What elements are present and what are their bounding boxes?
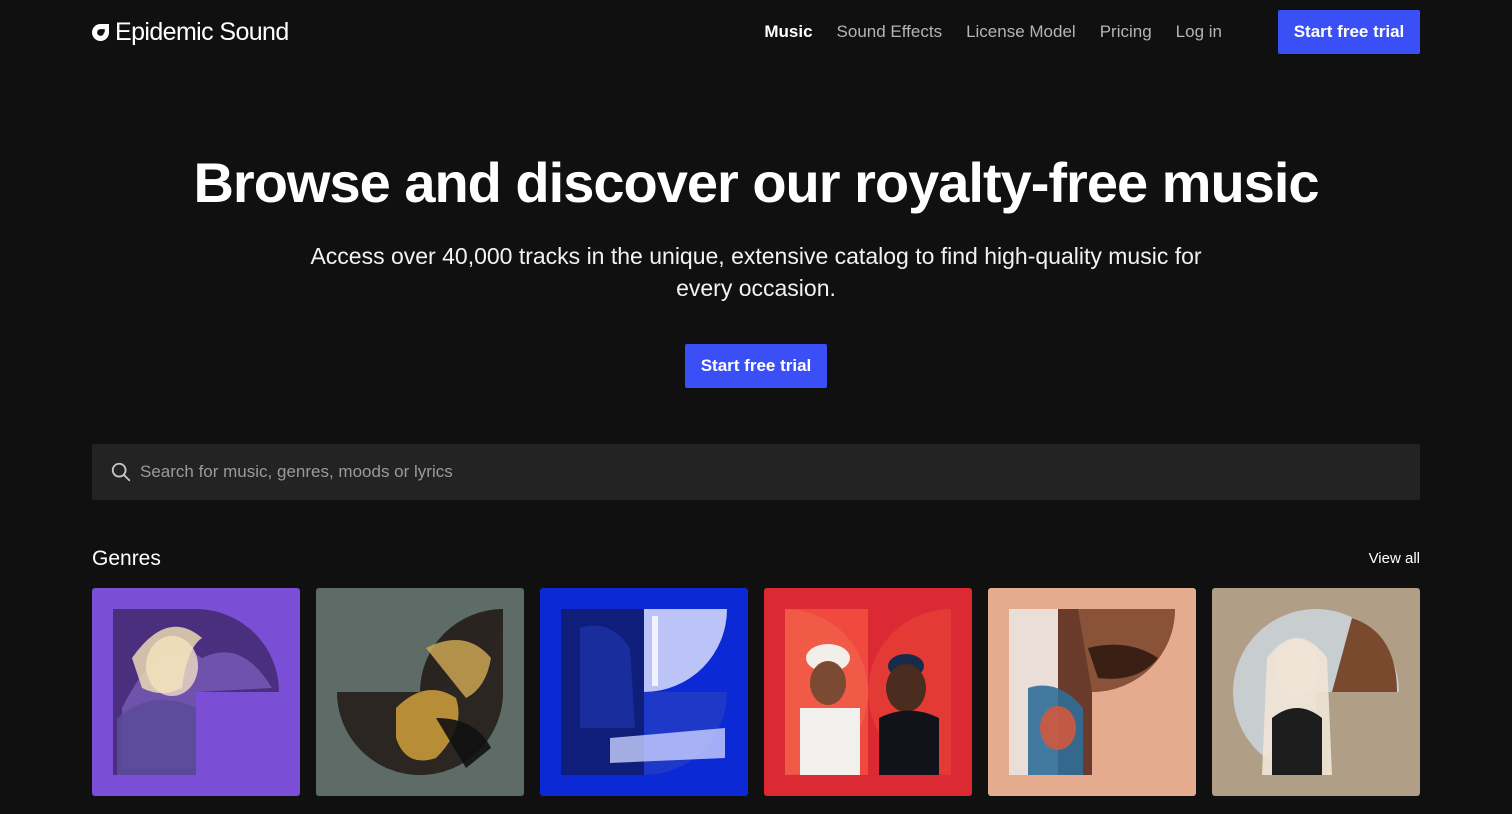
genre-artwork-image — [1009, 609, 1175, 775]
logo-icon — [92, 23, 109, 41]
header-start-trial-button[interactable]: Start free trial — [1278, 10, 1420, 54]
genres-heading: Genres — [92, 547, 161, 570]
genre-artwork-image — [113, 609, 279, 775]
genre-artwork-image — [561, 609, 727, 775]
search-input[interactable] — [140, 444, 1420, 500]
genre-card[interactable] — [92, 588, 300, 796]
search-icon — [111, 462, 131, 482]
hero-start-trial-button[interactable]: Start free trial — [685, 344, 827, 388]
search-bar[interactable] — [92, 444, 1420, 500]
genre-artwork-image — [337, 609, 503, 775]
nav-item-sound-effects[interactable]: Sound Effects — [837, 22, 943, 42]
genre-artwork-image — [1233, 609, 1399, 775]
genre-card[interactable] — [316, 588, 524, 796]
nav-item-music[interactable]: Music — [764, 22, 812, 42]
logo-link[interactable]: Epidemic Sound — [92, 18, 289, 47]
genre-card[interactable] — [764, 588, 972, 796]
nav-item-log-in[interactable]: Log in — [1176, 22, 1222, 42]
view-all-genres-link[interactable]: View all — [1369, 550, 1420, 567]
hero-title: Browse and discover our royalty-free mus… — [193, 151, 1319, 214]
genre-card[interactable] — [988, 588, 1196, 796]
main-nav: Music Sound Effects License Model Pricin… — [764, 22, 1222, 42]
hero-subtitle: Access over 40,000 tracks in the unique,… — [310, 243, 1202, 301]
genre-card[interactable] — [540, 588, 748, 796]
logo-text: Epidemic Sound — [115, 17, 289, 46]
genre-cards — [92, 588, 1420, 796]
genre-card[interactable] — [1212, 588, 1420, 796]
site-header: Epidemic Sound Music Sound Effects Licen… — [92, 10, 1420, 54]
nav-item-pricing[interactable]: Pricing — [1100, 22, 1152, 42]
genre-artwork-image — [785, 609, 951, 775]
nav-item-license-model[interactable]: License Model — [966, 22, 1076, 42]
